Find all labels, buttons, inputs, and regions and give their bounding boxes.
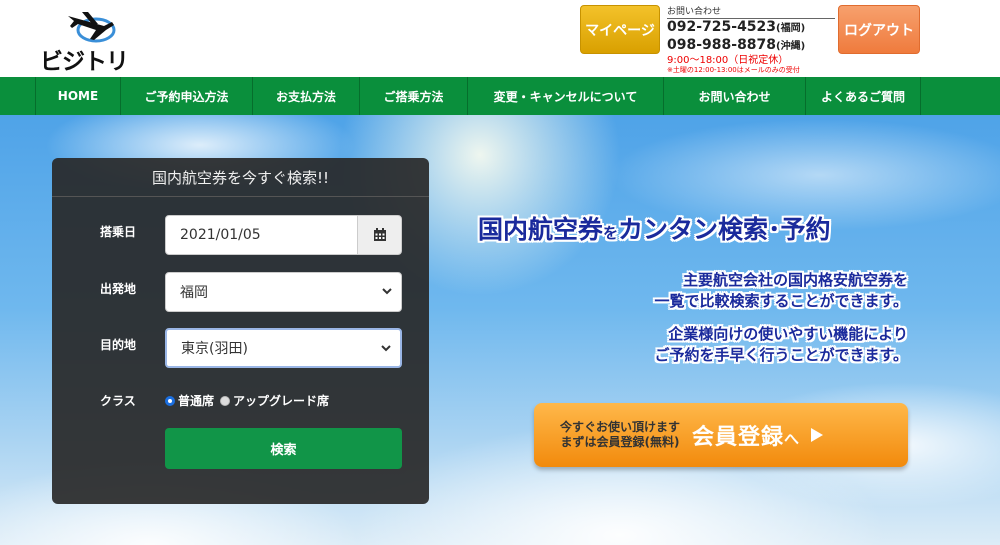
- from-label: 出発地: [100, 282, 137, 296]
- class-radio-economy-label[interactable]: 普通席: [178, 392, 214, 409]
- business-hours-note: ※土曜の12:00-13:00はメールのみの受付: [667, 66, 800, 74]
- site-header: ビジトリ マイページ お問い合わせ 092-725-4523(福岡) 098-9…: [0, 0, 1000, 77]
- chevron-down-icon: [382, 288, 392, 295]
- hero-description-1: 主要航空会社の国内格安航空券を 一覧で比較検索することができます。: [654, 271, 908, 310]
- register-label: 会員登録へ: [692, 425, 801, 450]
- from-select-value: 福岡: [180, 285, 208, 301]
- class-radio-upgrade[interactable]: [220, 395, 231, 406]
- to-select[interactable]: 東京(羽田): [165, 328, 402, 368]
- nav-item-payment[interactable]: お支払方法: [253, 77, 360, 115]
- calendar-icon: [373, 228, 386, 241]
- class-radio-upgrade-label[interactable]: アップグレード席: [233, 392, 329, 409]
- hero-title: 国内航空券をカンタン検索･予約: [478, 215, 831, 244]
- chevron-down-icon: [381, 345, 391, 352]
- nav-item-contact[interactable]: お問い合わせ: [664, 77, 806, 115]
- class-radio-group: 普通席 アップグレード席: [165, 392, 329, 409]
- nav-item-change-cancel[interactable]: 変更・キャンセルについて: [468, 77, 664, 115]
- calendar-button[interactable]: [357, 215, 402, 255]
- logout-button[interactable]: ログアウト: [838, 5, 920, 54]
- contact-info: お問い合わせ 092-725-4523(福岡) 098-988-8878(沖縄)…: [667, 4, 837, 75]
- nav-item-home[interactable]: HOME: [36, 77, 121, 115]
- hero-description-2: 企業様向けの使いやすい機能により ご予約を手早く行うことができます。: [654, 325, 908, 364]
- class-label: クラス: [100, 394, 136, 408]
- play-arrow-icon: [811, 428, 824, 442]
- class-radio-economy[interactable]: [165, 395, 175, 406]
- register-button[interactable]: 今すぐお使い頂けます まずは会員登録(無料) 会員登録へ: [534, 403, 908, 467]
- tel-okinawa[interactable]: 098-988-8878(沖縄): [667, 37, 837, 55]
- from-select[interactable]: 福岡: [165, 272, 402, 312]
- nav-item-booking-method[interactable]: ご予約申込方法: [121, 77, 253, 115]
- site-logo[interactable]: ビジトリ: [40, 6, 132, 75]
- nav-item-faq[interactable]: よくあるご質問: [806, 77, 921, 115]
- date-input[interactable]: 2021/01/05: [165, 215, 358, 255]
- to-select-value: 東京(羽田): [181, 341, 248, 357]
- search-button[interactable]: 検索: [165, 428, 402, 469]
- to-label: 目的地: [100, 338, 137, 352]
- register-subtext: 今すぐお使い頂けます まずは会員登録(無料): [560, 420, 681, 449]
- nav-item-boarding[interactable]: ご搭乗方法: [360, 77, 468, 115]
- main-nav: HOME ご予約申込方法 お支払方法 ご搭乗方法 変更・キャンセルについて お問…: [0, 77, 1000, 115]
- logo-text: ビジトリ: [40, 49, 129, 75]
- date-label: 搭乗日: [100, 225, 137, 239]
- tel-fukuoka[interactable]: 092-725-4523(福岡): [667, 19, 837, 37]
- search-panel-title: 国内航空券を今すぐ検索!!: [52, 158, 429, 197]
- contact-label: お問い合わせ: [667, 4, 835, 19]
- business-hours: 9:00～18:00（日祝定休）: [667, 55, 789, 66]
- mypage-button[interactable]: マイページ: [580, 5, 660, 54]
- airplane-icon: [68, 12, 116, 43]
- search-panel: 国内航空券を今すぐ検索!! 搭乗日 2021/01/05 出発地 福岡 目的地 …: [52, 158, 429, 504]
